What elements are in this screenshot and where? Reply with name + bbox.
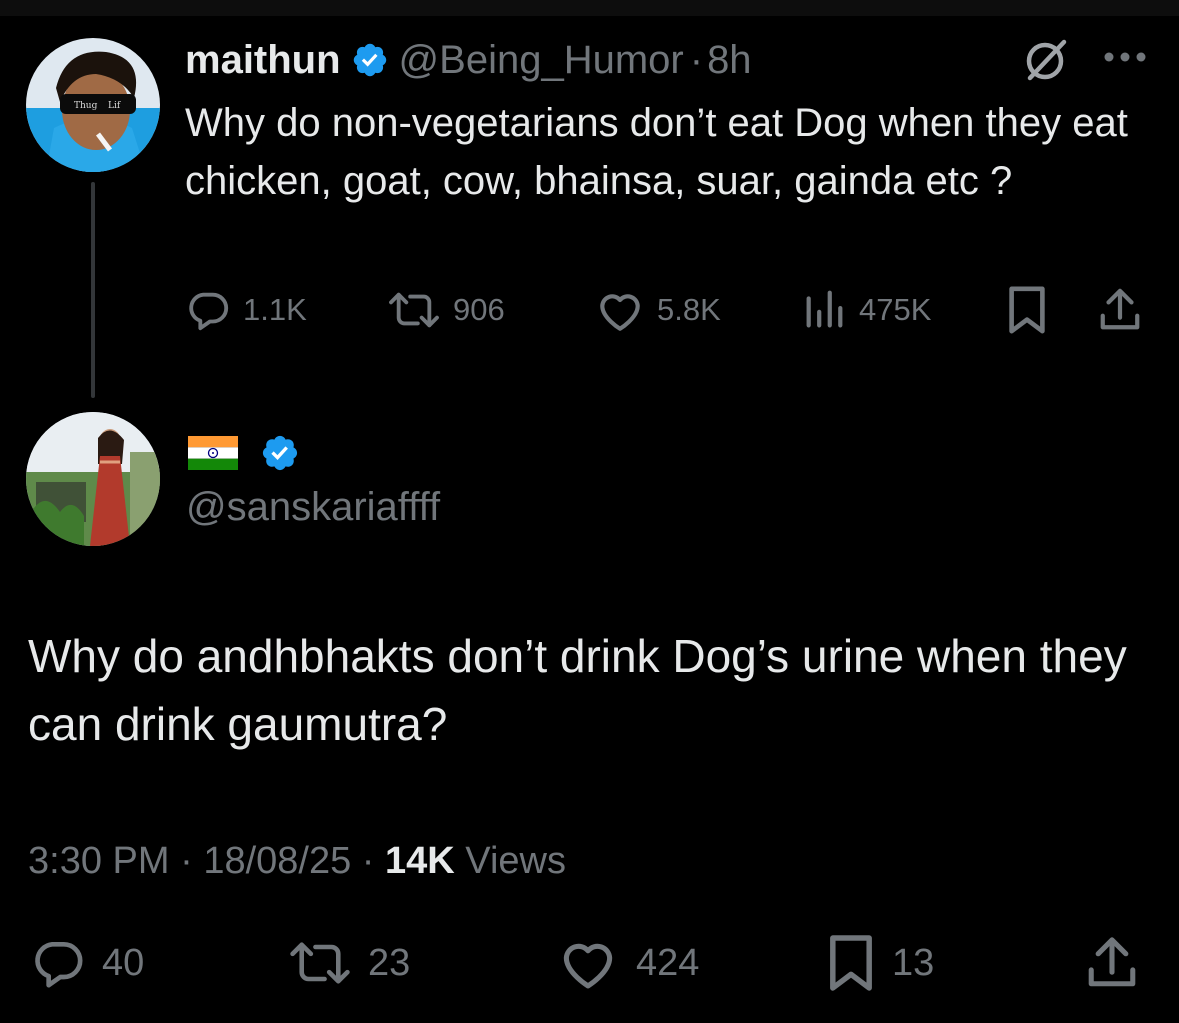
bookmark-icon: [1009, 286, 1045, 334]
reply-display-name[interactable]: [188, 428, 300, 478]
india-flag-icon: [188, 436, 238, 470]
top-status-strip: [0, 0, 1179, 16]
dot-separator: ·: [180, 840, 193, 882]
verified-badge-icon: [353, 43, 386, 77]
like-count: 424: [636, 941, 700, 984]
bookmark-count: 13: [892, 941, 935, 984]
views-label: Views: [465, 840, 566, 882]
reply-tweet-text: Why do andhbhakts don’t drink Dog’s urin…: [28, 630, 1127, 750]
reply-count: 1.1K: [243, 292, 307, 327]
repost-count: 23: [368, 941, 411, 984]
views-button[interactable]: 475K: [801, 282, 931, 338]
views-count: 475K: [859, 292, 932, 327]
more-icon[interactable]: [1102, 50, 1148, 64]
bookmark-button[interactable]: [1005, 282, 1061, 338]
reply-icon: [35, 942, 83, 988]
thread-connector-line: [91, 182, 95, 398]
quoted-tweet-header: maithun @Being_Humor · 8h: [185, 34, 752, 86]
like-button[interactable]: 5.8K: [595, 282, 721, 338]
reply-count: 40: [102, 941, 145, 984]
share-button[interactable]: [1097, 282, 1155, 338]
repost-icon: [389, 292, 439, 328]
reply-tweet-actions: 40 23 424 13: [0, 930, 1179, 996]
repost-count: 906: [453, 292, 505, 327]
sunglasses-text-right: Lif: [108, 101, 121, 111]
author-name[interactable]: maithun: [185, 38, 341, 83]
verified-badge-icon: [262, 435, 298, 471]
repost-button[interactable]: 906: [387, 282, 505, 338]
tweet-time[interactable]: 8h: [707, 38, 752, 83]
tweet-timestamp[interactable]: 3:30 PM: [28, 840, 170, 882]
like-count: 5.8K: [657, 292, 721, 327]
views-icon: [806, 290, 843, 328]
tweet-meta: 3:30 PM · 18/08/25 · 14K Views: [28, 836, 566, 886]
reply-author-handle[interactable]: @sanskariaffff: [186, 480, 440, 534]
dot-separator: ·: [689, 37, 704, 82]
bookmark-icon: [830, 935, 872, 991]
like-button[interactable]: 424: [556, 930, 699, 996]
reply-button[interactable]: 1.1K: [185, 282, 307, 338]
grok-icon[interactable]: [1020, 36, 1070, 86]
quoted-tweet-text: Why do non-vegetarians don’t eat Dog whe…: [185, 101, 1128, 203]
dot-separator: ·: [361, 840, 375, 882]
reply-icon: [189, 292, 229, 331]
bookmark-button[interactable]: 13: [826, 930, 934, 996]
sunglasses-text-left: Thug: [74, 101, 98, 111]
sanskariaffff-avatar[interactable]: [26, 412, 160, 546]
like-icon: [563, 943, 613, 989]
tweet-date[interactable]: 18/08/25: [203, 840, 351, 882]
like-icon: [600, 294, 640, 331]
share-icon: [1088, 937, 1136, 987]
share-button[interactable]: [1084, 930, 1156, 996]
repost-icon: [290, 942, 350, 984]
quoted-tweet-actions: 1.1K 906 5.8K 475K: [185, 282, 1145, 338]
repost-button[interactable]: 23: [288, 930, 410, 996]
reply-button[interactable]: 40: [30, 930, 144, 996]
maithun-avatar[interactable]: Thug Lif: [26, 38, 160, 172]
author-handle[interactable]: @Being_Humor: [399, 38, 684, 83]
views-total: 14K: [385, 840, 455, 882]
share-icon: [1100, 288, 1140, 330]
